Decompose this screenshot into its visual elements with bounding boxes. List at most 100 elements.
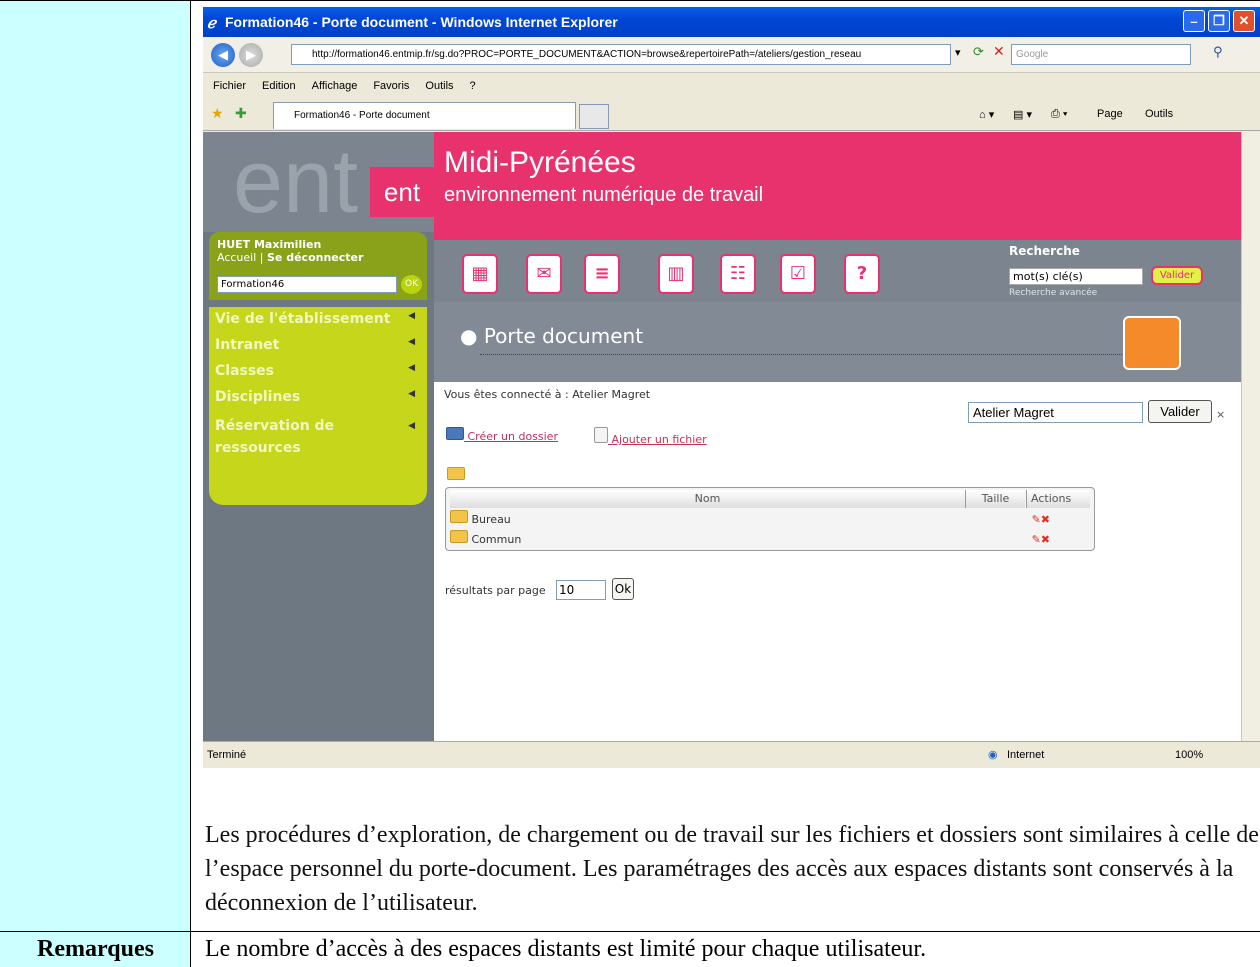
header-nom[interactable]: Nom bbox=[450, 490, 965, 508]
delete-icon[interactable]: ✎✖ bbox=[1032, 510, 1050, 530]
file-icon bbox=[594, 427, 608, 443]
preferences-icon[interactable]: ☑ bbox=[780, 254, 816, 294]
minimize-button[interactable]: – bbox=[1183, 10, 1205, 32]
section-bar: ● Porte document bbox=[434, 302, 1241, 382]
user-name: HUET Maximilien bbox=[217, 238, 322, 251]
feeds-icon[interactable]: ▤ ▾ bbox=[1013, 108, 1032, 121]
folder-icon bbox=[446, 427, 464, 440]
url-input[interactable]: http://formation46.entmip.fr/sg.do?PROC=… bbox=[291, 44, 951, 65]
home-icon[interactable]: ⌂ ▾ bbox=[979, 108, 994, 121]
menu-outils[interactable]: Outils bbox=[425, 80, 453, 92]
add-file-link[interactable]: Ajouter un fichier bbox=[594, 427, 707, 446]
tab-porte-document[interactable]: Formation46 - Porte document bbox=[273, 102, 576, 129]
site-header: Midi-Pyrénées environnement numérique de… bbox=[434, 132, 1241, 240]
separator: | bbox=[259, 251, 264, 264]
forward-icon[interactable]: ▶ bbox=[239, 43, 263, 67]
tools-menu[interactable]: Outils bbox=[1145, 108, 1173, 120]
site-select[interactable]: Formation46 bbox=[217, 276, 397, 293]
side-nav: Vie de l'établissement ◀ Intranet ◀ Classe… bbox=[209, 307, 427, 505]
nav-disciplines[interactable]: Disciplines ◀ bbox=[215, 389, 421, 405]
title-bar: ℯ Formation46 - Porte document - Windows… bbox=[203, 7, 1260, 37]
header-actions: Actions bbox=[1026, 490, 1090, 508]
table-row[interactable]: Bureau ✎✖ bbox=[450, 510, 1090, 530]
advanced-search-link[interactable]: Recherche avancée bbox=[1009, 288, 1097, 298]
close-button[interactable]: ✕ bbox=[1233, 10, 1255, 32]
directory-icon[interactable]: ☷ bbox=[720, 254, 756, 294]
dotted-divider bbox=[480, 354, 1140, 355]
results-per-page-label: résultats par page bbox=[445, 584, 546, 597]
body-paragraph: Les procédures d’exploration, de chargem… bbox=[205, 822, 1259, 916]
folder-icon bbox=[450, 530, 468, 543]
folder-icon bbox=[450, 510, 468, 523]
header-taille[interactable]: Taille bbox=[965, 490, 1025, 508]
file-table: Nom Taille Actions Bureau ✎✖ Commun ✎✖ bbox=[445, 487, 1095, 551]
delete-icon[interactable]: ✎✖ bbox=[1032, 530, 1050, 550]
left-panel: ent ent HUET Maximilien Accueil | Se déc… bbox=[203, 132, 434, 741]
maximize-button[interactable]: ❐ bbox=[1208, 10, 1230, 32]
chevron-left-icon: ◀ bbox=[408, 311, 415, 321]
remarks-label: Remarques bbox=[37, 936, 154, 962]
page-menu[interactable]: Page bbox=[1097, 108, 1123, 120]
search-valider-button[interactable]: Valider bbox=[1151, 266, 1203, 285]
workspace-valider-button[interactable]: Valider bbox=[1148, 400, 1212, 423]
print-icon[interactable]: ⎙ ▾ bbox=[1051, 108, 1067, 121]
site-ok-button[interactable]: OK bbox=[401, 275, 422, 294]
menu-fichier[interactable]: Fichier bbox=[213, 80, 246, 92]
porte-document-icon bbox=[1123, 316, 1181, 370]
menu-affichage[interactable]: Affichage bbox=[312, 80, 358, 92]
nav-reservation[interactable]: Réservation de ressources ◀ bbox=[215, 415, 415, 459]
keyword-input[interactable]: mot(s) clé(s) bbox=[1009, 268, 1143, 285]
accueil-link[interactable]: Accueil bbox=[217, 251, 256, 264]
zone-label: Internet bbox=[1007, 749, 1045, 761]
results-per-page-input[interactable]: 10 bbox=[556, 580, 606, 600]
new-tab-button[interactable] bbox=[579, 104, 609, 129]
results-ok-button[interactable]: Ok bbox=[612, 578, 634, 600]
globe-icon: ◉ bbox=[988, 749, 998, 761]
chevron-left-icon: ◀ bbox=[408, 337, 415, 347]
search-icon[interactable]: ⚲ bbox=[1213, 45, 1223, 60]
folders-icon[interactable]: ▥ bbox=[658, 254, 694, 294]
search-input[interactable]: Google bbox=[1011, 44, 1191, 65]
refresh-icon[interactable]: ⟳ bbox=[973, 45, 984, 60]
browser-window: ℯ Formation46 - Porte document - Windows… bbox=[203, 7, 1260, 768]
remarks-text: Le nombre d’accès à des espaces distants… bbox=[205, 936, 927, 962]
menu-bar: Fichier Edition Affichage Favoris Outils… bbox=[203, 74, 1260, 98]
create-folder-link[interactable]: Créer un dossier bbox=[446, 427, 558, 443]
window-title: Formation46 - Porte document - Windows I… bbox=[225, 14, 618, 30]
add-favorite-icon[interactable]: ✚ bbox=[235, 106, 247, 122]
page-content: ent ent HUET Maximilien Accueil | Se déc… bbox=[203, 132, 1241, 741]
site-subtitle: environnement numérique de travail bbox=[444, 184, 764, 206]
nav-intranet[interactable]: Intranet ◀ bbox=[215, 337, 421, 353]
ie-icon: ℯ bbox=[207, 15, 216, 32]
nav-vie-etablissement[interactable]: Vie de l'établissement ◀ bbox=[215, 311, 421, 327]
tab-bar: ★ ✚ Formation46 - Porte document ⌂ ▾ ▤ ▾… bbox=[203, 98, 1260, 131]
search-label: Recherche bbox=[1009, 244, 1080, 258]
workspace-close-button[interactable]: × bbox=[1216, 408, 1225, 421]
stop-icon[interactable]: ✕ bbox=[993, 44, 1005, 60]
table-border-top bbox=[0, 0, 1260, 1]
logout-link[interactable]: Se déconnecter bbox=[267, 251, 363, 264]
url-dropdown-icon[interactable]: ▾ bbox=[955, 46, 961, 59]
chevron-left-icon: ◀ bbox=[408, 389, 415, 399]
help-icon[interactable]: ? bbox=[844, 254, 880, 294]
menu-edition[interactable]: Edition bbox=[262, 80, 296, 92]
zoom-level[interactable]: 100% bbox=[1175, 749, 1203, 761]
vertical-scrollbar[interactable] bbox=[1241, 132, 1260, 741]
chevron-left-icon: ◀ bbox=[408, 363, 415, 373]
table-row[interactable]: Commun ✎✖ bbox=[450, 530, 1090, 550]
notes-icon[interactable]: ≡ bbox=[584, 254, 620, 294]
workspace-select[interactable]: Atelier Magret bbox=[968, 402, 1143, 423]
menu-help[interactable]: ? bbox=[470, 80, 476, 92]
menu-favoris[interactable]: Favoris bbox=[373, 80, 409, 92]
parent-folder-icon[interactable] bbox=[447, 467, 465, 480]
mail-icon[interactable]: ✉ bbox=[526, 254, 562, 294]
calendar-icon[interactable]: ▦ bbox=[462, 254, 498, 294]
back-icon[interactable]: ◀ bbox=[211, 43, 235, 67]
user-box: HUET Maximilien Accueil | Se déconnecter… bbox=[209, 232, 427, 300]
chevron-left-icon: ◀ bbox=[408, 421, 415, 431]
section-title: ● Porte document bbox=[460, 324, 644, 348]
nav-classes[interactable]: Classes ◀ bbox=[215, 363, 421, 379]
favorites-star-icon[interactable]: ★ bbox=[211, 106, 224, 122]
site-title: Midi-Pyrénées bbox=[444, 146, 636, 179]
address-bar: ◀ ▶ http://formation46.entmip.fr/sg.do?P… bbox=[203, 37, 1260, 73]
